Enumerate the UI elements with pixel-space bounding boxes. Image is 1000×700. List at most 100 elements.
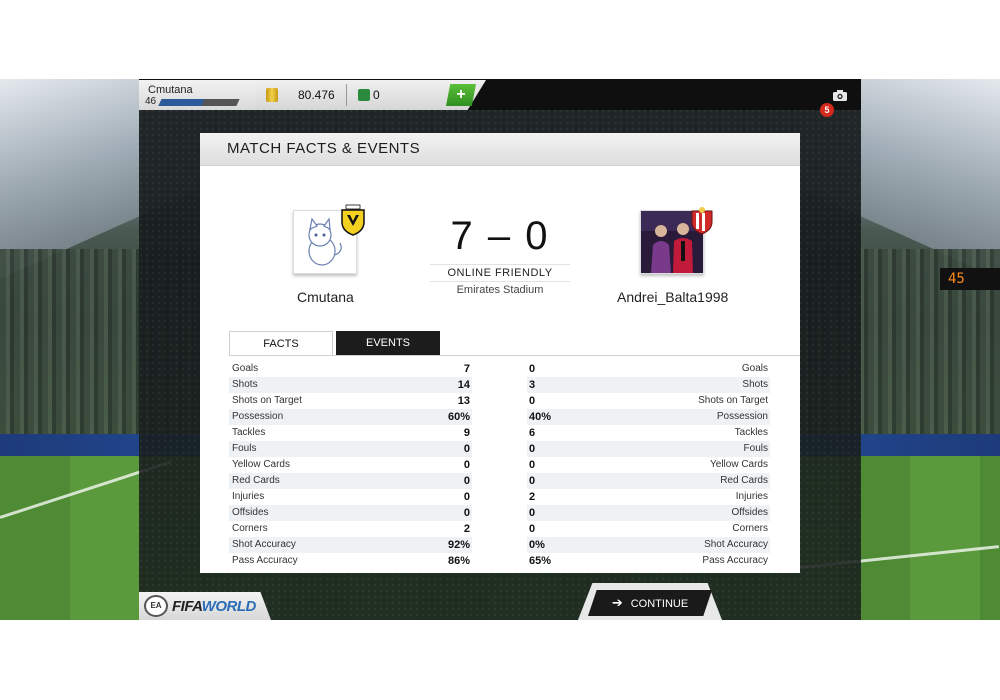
stat-row: Shot Accuracy 92% [229, 537, 472, 553]
stadium-scoreboard: 45 [940, 268, 1000, 290]
stat-label: Shot Accuracy [232, 539, 296, 550]
tab-divider [229, 355, 800, 356]
stat-row: Pass Accuracy 65% [527, 553, 770, 569]
stat-label: Corners [232, 523, 268, 534]
stat-value: 7 [463, 363, 470, 375]
stat-row: Fouls 0 [527, 441, 770, 457]
stat-row: Goals 0 [527, 361, 770, 377]
arrow-right-icon: ➔ [611, 595, 623, 610]
stat-row: Goals 7 [229, 361, 472, 377]
stat-value: 0 [529, 523, 536, 535]
stat-row: Yellow Cards 0 [229, 457, 472, 473]
fifa-world-logo: FIFAWORLD [172, 598, 256, 615]
currency-divider [346, 84, 347, 106]
coins-icon [266, 88, 278, 102]
stat-value: 92% [447, 539, 470, 551]
stat-row: Injuries 2 [527, 489, 770, 505]
away-stats-table: Goals 0 Shots 3 Shots on Target 0 Possession 40… [527, 361, 770, 569]
page-title: MATCH FACTS & EVENTS [227, 140, 421, 157]
stat-value: 6 [529, 427, 536, 439]
stat-label: Offsides [731, 507, 769, 518]
match-score: 7 – 0 [450, 214, 550, 258]
stat-label: Offsides [232, 507, 269, 518]
stat-label: Possession [716, 411, 768, 422]
stat-label: Yellow Cards [232, 459, 290, 470]
stat-row: Red Cards 0 [527, 473, 770, 489]
stat-row: Yellow Cards 0 [527, 457, 770, 473]
stat-value: 40% [529, 411, 552, 423]
stat-label: Goals [232, 363, 259, 374]
away-player-name: Andrei_Balta1998 [617, 289, 729, 305]
stat-value: 65% [529, 555, 552, 567]
stat-value: 0 [529, 459, 536, 471]
world-logo-text: WORLD [201, 598, 257, 615]
continue-button[interactable]: ➔ CONTINUE [588, 590, 712, 616]
tab-facts[interactable]: FACTS [229, 331, 333, 356]
stat-label: Injuries [735, 491, 768, 502]
stat-value: 0% [529, 539, 545, 551]
fifa-logo-text: FIFA [172, 598, 202, 615]
stat-row: Possession 40% [527, 409, 770, 425]
notification-badge[interactable]: 5 [820, 103, 834, 117]
stat-value: 86% [447, 555, 470, 567]
home-player-name: Cmutana [297, 289, 354, 305]
stat-value: 0 [529, 395, 536, 407]
stat-value: 2 [463, 523, 470, 535]
stat-row: Fouls 0 [229, 441, 472, 457]
stat-value: 0 [463, 475, 470, 487]
stat-row: Shots on Target 13 [229, 393, 472, 409]
stat-value: 2 [529, 491, 536, 503]
stat-row: Injuries 0 [229, 489, 472, 505]
stat-label: Red Cards [720, 475, 768, 486]
stat-label: Tackles [734, 427, 768, 438]
stat-row: Red Cards 0 [229, 473, 472, 489]
tab-events[interactable]: EVENTS [336, 331, 440, 356]
stat-value: 0 [463, 491, 470, 503]
stat-value: 3 [529, 379, 536, 391]
stat-label: Red Cards [232, 475, 280, 486]
points-icon [358, 89, 370, 101]
stat-row: Shots 3 [527, 377, 770, 393]
stat-label: Tackles [232, 427, 266, 438]
buy-points-button[interactable]: + [446, 84, 476, 106]
stat-label: Goals [741, 363, 768, 374]
continue-label: CONTINUE [630, 598, 689, 610]
username: Cmutana [148, 84, 193, 96]
ea-sports-logo: EA [144, 595, 168, 617]
stat-value: 0 [529, 507, 536, 519]
stat-label: Injuries [232, 491, 265, 502]
stat-row: Shot Accuracy 0% [527, 537, 770, 553]
stat-row: Offsides 0 [229, 505, 472, 521]
stat-value: 9 [463, 427, 470, 439]
stat-value: 14 [457, 379, 470, 391]
stat-value: 0 [463, 459, 470, 471]
stat-label: Pass Accuracy [702, 555, 768, 566]
stat-label: Shots on Target [232, 395, 302, 406]
stat-value: 0 [529, 475, 536, 487]
stat-label: Corners [732, 523, 768, 534]
stat-value: 0 [529, 363, 536, 375]
match-venue: Emirates Stadium [456, 284, 544, 296]
stat-label: Shots [742, 379, 768, 390]
stat-row: Tackles 6 [527, 425, 770, 441]
stat-label: Possession [232, 411, 284, 422]
away-club-crest-icon [691, 207, 713, 235]
stat-label: Fouls [232, 443, 257, 454]
coins-value: 80.476 [298, 88, 335, 102]
stat-label: Shots [232, 379, 258, 390]
stat-row: Tackles 9 [229, 425, 472, 441]
level-progress-fill [158, 99, 205, 106]
stat-row: Corners 0 [527, 521, 770, 537]
stat-row: Shots on Target 0 [527, 393, 770, 409]
stat-label: Fouls [743, 443, 768, 454]
home-stats-table: Goals 7 Shots 14 Shots on Target 13 Possession… [229, 361, 472, 569]
camera-icon[interactable] [833, 90, 847, 101]
stat-row: Shots 14 [229, 377, 472, 393]
level-progress-bar [158, 99, 240, 106]
stat-label: Pass Accuracy [232, 555, 298, 566]
home-club-crest-icon [341, 204, 365, 236]
stat-label: Yellow Cards [710, 459, 768, 470]
stat-value: 60% [447, 411, 470, 423]
match-type: ONLINE FRIENDLY [430, 264, 570, 282]
stat-row: Offsides 0 [527, 505, 770, 521]
